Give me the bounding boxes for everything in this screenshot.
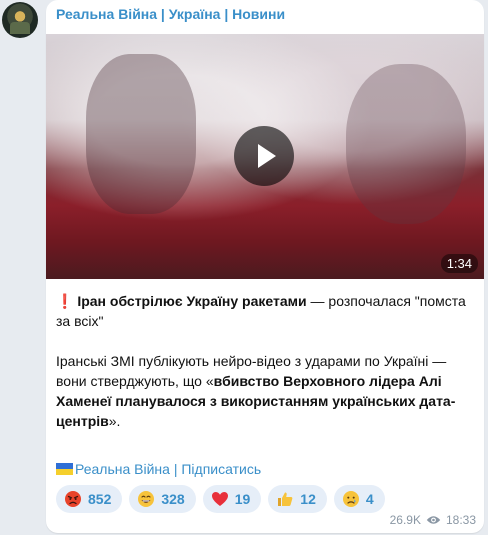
heart-icon xyxy=(211,492,228,506)
channel-avatar[interactable] xyxy=(2,2,38,38)
play-button[interactable] xyxy=(234,126,294,186)
reaction-count: 12 xyxy=(300,491,316,507)
eye-icon xyxy=(426,516,441,524)
ukraine-flag-icon xyxy=(56,463,73,475)
reaction-angry[interactable]: 852 xyxy=(56,485,123,513)
video-duration: 1:34 xyxy=(440,254,478,273)
reaction-count: 4 xyxy=(365,491,374,507)
subscribe-link[interactable]: Реальна Війна | Підписатись xyxy=(75,461,261,477)
reactions-bar: 852 328 19 12 4 xyxy=(56,485,385,513)
message-meta: 26.9K 18:33 xyxy=(390,513,476,527)
reaction-crying[interactable]: 4 xyxy=(333,485,385,513)
reaction-grin[interactable]: 328 xyxy=(129,485,196,513)
view-count: 26.9K xyxy=(389,513,421,527)
angry-face-icon xyxy=(65,491,81,507)
headline-bold: Іран обстрілює Україну ракетами xyxy=(77,293,307,309)
reaction-heart[interactable]: 19 xyxy=(202,485,262,513)
exclamation-icon: ❗ xyxy=(56,293,74,309)
headline: ❗ Іран обстрілює Україну ракетами — розп… xyxy=(56,291,476,331)
channel-name[interactable]: Реальна Війна | Україна | Новини xyxy=(56,6,285,22)
crying-face-icon xyxy=(342,491,359,507)
body-paragraph: Іранські ЗМІ публікують нейро-відео з уд… xyxy=(56,351,476,431)
reaction-count: 328 xyxy=(161,491,185,507)
video-blur-shape xyxy=(346,64,466,224)
video-preview[interactable]: 1:34 xyxy=(46,34,484,279)
subscribe-line: Реальна Війна | Підписатись xyxy=(56,459,261,479)
post-text: ❗ Іран обстрілює Україну ракетами — розп… xyxy=(56,291,476,431)
reaction-count: 852 xyxy=(88,491,112,507)
reaction-count: 19 xyxy=(234,491,251,507)
thumbs-up-icon xyxy=(278,492,293,506)
message-time: 18:33 xyxy=(445,513,476,527)
body-end: ». xyxy=(108,413,121,429)
video-blur-shape xyxy=(86,54,196,214)
grinning-face-icon xyxy=(138,491,155,507)
reaction-thumbs-up[interactable]: 12 xyxy=(268,485,327,513)
message-bubble: Реальна Війна | Україна | Новини 1:34 ❗ … xyxy=(46,0,484,533)
